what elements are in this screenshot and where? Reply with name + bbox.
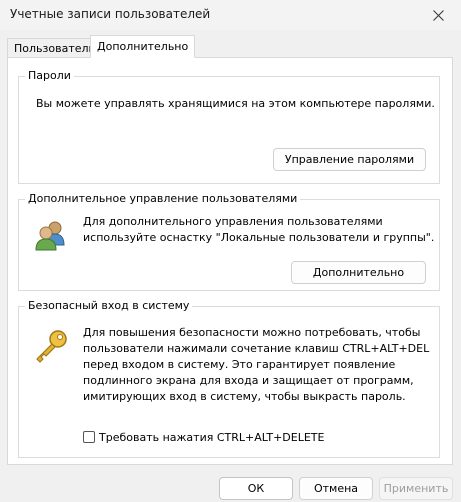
secure-logon-line4: подлинного экрана для входа и защищает о… (83, 374, 414, 387)
users-icon (35, 221, 65, 251)
advanced-users-group-title: Дополнительное управление пользователями (25, 192, 301, 205)
key-icon (36, 330, 67, 363)
tab-advanced[interactable]: Дополнительно (90, 35, 196, 58)
require-ctrl-alt-delete-checkbox[interactable] (83, 431, 95, 443)
secure-logon-line2: пользователи нажимали сочетание клавиш C… (83, 342, 430, 355)
passwords-description: Вы можете управлять хранящимися на этом … (36, 97, 435, 110)
secure-logon-line1: Для повышения безопасности можно потребо… (83, 326, 421, 339)
require-ctrl-alt-delete-label[interactable]: Требовать нажатия CTRL+ALT+DELETE (99, 430, 324, 445)
cancel-button[interactable]: Отмена (299, 477, 373, 500)
passwords-group-title: Пароли (25, 69, 74, 82)
advanced-users-description-line2: используйте оснастку "Локальные пользова… (83, 231, 435, 244)
secure-logon-group-title: Безопасный вход в систему (25, 299, 193, 312)
tab-users[interactable]: Пользователи (7, 38, 103, 58)
ok-button[interactable]: ОК (219, 477, 293, 500)
title-bar: Учетные записи пользователей (0, 0, 461, 30)
secure-logon-line5: имитирующих вход в систему, чтобы выкрас… (83, 390, 406, 403)
manage-passwords-button[interactable]: Управление паролями (273, 148, 426, 171)
close-icon (432, 9, 444, 21)
advanced-button[interactable]: Дополнительно (291, 261, 426, 284)
close-button[interactable] (415, 0, 461, 30)
advanced-users-description-line1: Для дополнительного управления пользоват… (83, 215, 383, 228)
window-title: Учетные записи пользователей (10, 7, 211, 21)
secure-logon-line3: перед входом в систему. Это гарантирует … (83, 358, 396, 371)
apply-button[interactable]: Применить (379, 477, 453, 500)
